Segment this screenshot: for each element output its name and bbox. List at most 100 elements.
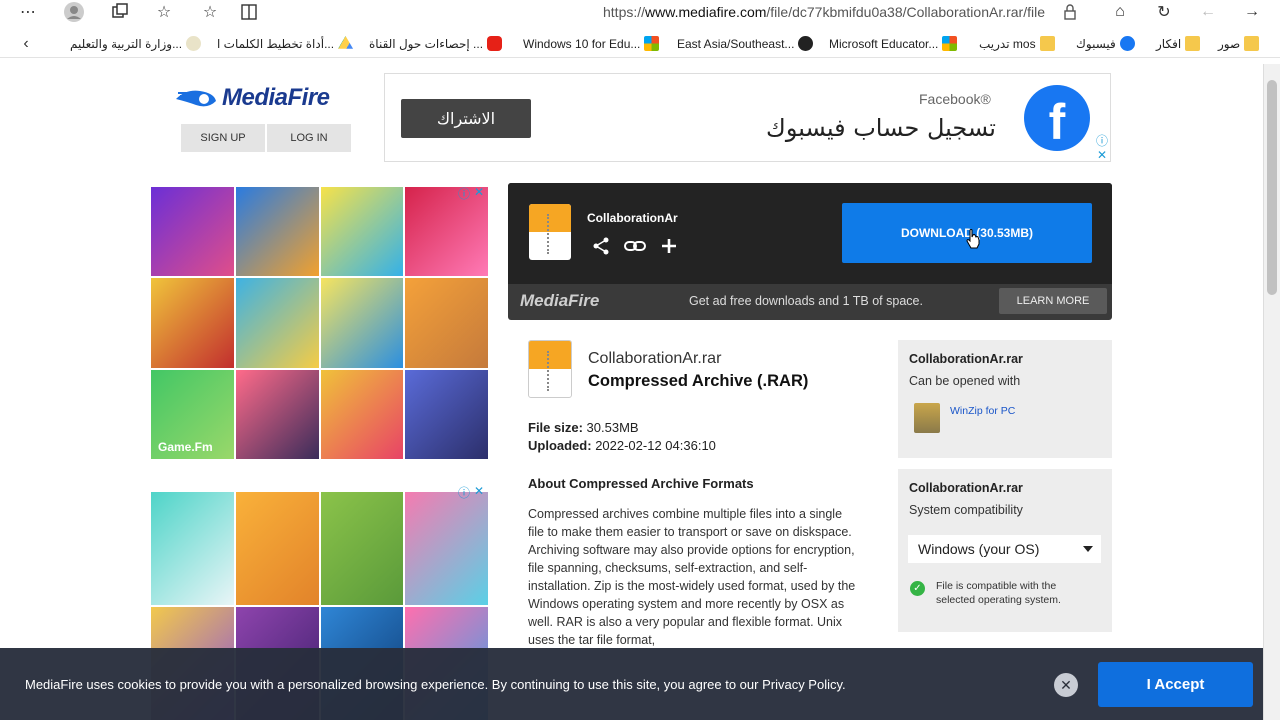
scrollbar-thumb[interactable] bbox=[1267, 80, 1277, 295]
compat-message: File is compatible with the selected ope… bbox=[936, 580, 1061, 606]
accept-cookies-button[interactable]: I Accept bbox=[1098, 662, 1253, 707]
cookie-text: MediaFire uses cookies to provide you wi… bbox=[25, 677, 846, 692]
bookmark-item[interactable]: وزارة التربية والتعليم... bbox=[70, 36, 202, 51]
link-icon[interactable] bbox=[624, 237, 646, 261]
ad-tile bbox=[320, 278, 404, 368]
mediafire-promo-logo: MediaFire bbox=[520, 291, 600, 310]
ad-tile bbox=[235, 187, 319, 277]
share-icon[interactable] bbox=[592, 237, 610, 261]
more-options-icon[interactable]: ⋯ bbox=[14, 0, 42, 24]
opened-with-box: CollaborationAr.rar Can be opened with W… bbox=[898, 340, 1112, 458]
chevron-left-icon[interactable]: ‹ bbox=[12, 32, 40, 56]
url-domain: www.mediafire.com bbox=[645, 4, 767, 20]
check-icon: ✓ bbox=[910, 581, 925, 596]
ad-close-icon[interactable]: ✕ bbox=[474, 484, 484, 498]
winzip-link[interactable]: WinZip for PC bbox=[950, 405, 1015, 417]
subscribe-button[interactable]: الاشتراك bbox=[401, 99, 531, 138]
collections-icon[interactable] bbox=[106, 0, 134, 24]
favorites-bar: ‹ وزارة التربية والتعليم... أداة تخطيط ا… bbox=[0, 30, 1280, 58]
ad-tile bbox=[151, 492, 234, 605]
bookmark-item[interactable]: إحصاءات حول القناة ... bbox=[369, 36, 503, 51]
mediafire-logo[interactable]: MediaFire bbox=[174, 84, 330, 112]
game-ad-1[interactable] bbox=[151, 187, 488, 459]
bookmark-label: East Asia/Southeast... bbox=[677, 36, 795, 51]
bookmark-label: افكار bbox=[1156, 36, 1182, 51]
ad-tile bbox=[151, 278, 234, 368]
ad-tile bbox=[405, 369, 488, 459]
download-filename: CollaborationAr bbox=[587, 211, 678, 225]
signup-button[interactable]: SIGN UP bbox=[181, 124, 265, 152]
bookmark-label: Microsoft Educator... bbox=[829, 36, 939, 51]
add-favorite-icon[interactable]: ☆ bbox=[196, 0, 224, 24]
url-path: /file/dc77kbmifdu0a38/CollaborationAr.ra… bbox=[766, 4, 1046, 20]
ad-info-icon[interactable]: ⓘ bbox=[458, 185, 470, 202]
ad-tile bbox=[320, 369, 404, 459]
ad-close-icon[interactable]: ✕ bbox=[1097, 148, 1107, 162]
add-icon[interactable] bbox=[660, 237, 678, 261]
address-bar[interactable]: https://www.mediafire.com/file/dc77kbmif… bbox=[603, 4, 1045, 20]
favorites-icon[interactable]: ☆ bbox=[150, 0, 178, 24]
bookmark-label: فيسبوك bbox=[1076, 36, 1116, 51]
forward-icon[interactable]: ← bbox=[1194, 0, 1222, 24]
refresh-icon[interactable]: ↻ bbox=[1150, 0, 1178, 24]
bookmark-label: أداة تخطيط الكلمات ا... bbox=[217, 36, 335, 51]
ad-info-icon[interactable]: ⓘ bbox=[458, 484, 470, 501]
os-select[interactable]: Windows (your OS) bbox=[908, 535, 1101, 563]
learn-more-button[interactable]: LEARN MORE bbox=[999, 288, 1107, 314]
facebook-icon bbox=[1119, 36, 1135, 51]
windows-icon bbox=[644, 36, 660, 51]
lock-icon[interactable] bbox=[1056, 0, 1084, 24]
ad-tile bbox=[320, 187, 404, 277]
auth-buttons: SIGN UP LOG IN bbox=[181, 124, 351, 152]
folder-icon bbox=[1185, 36, 1201, 51]
facebook-ad-banner[interactable]: الاشتراك Facebook® تسجيل حساب فيسبوك f ⓘ… bbox=[384, 73, 1111, 162]
ad-title: تسجيل حساب فيسبوك bbox=[766, 114, 996, 142]
ad-tile bbox=[405, 187, 488, 277]
reader-icon[interactable] bbox=[236, 0, 264, 24]
upload-date-label: Uploaded: bbox=[528, 438, 592, 453]
ad-close-icon[interactable]: ✕ bbox=[474, 185, 484, 199]
upload-date: Uploaded: 2022-02-12 04:36:10 bbox=[528, 438, 716, 453]
flame-icon bbox=[176, 90, 216, 107]
windows-icon bbox=[942, 36, 958, 51]
bookmark-item[interactable]: أداة تخطيط الكلمات ا... bbox=[217, 36, 354, 51]
logo-text: MediaFire bbox=[222, 84, 330, 111]
bookmark-item[interactable]: Microsoft Educator... bbox=[829, 36, 958, 51]
ad-tile bbox=[320, 492, 404, 605]
site-icon bbox=[186, 36, 202, 51]
chevron-down-icon bbox=[1083, 546, 1093, 552]
winzip-icon bbox=[914, 403, 940, 433]
archive-file-icon bbox=[528, 340, 572, 398]
login-button[interactable]: LOG IN bbox=[267, 124, 351, 152]
ad-tile bbox=[235, 278, 319, 368]
folder-icon bbox=[1039, 36, 1055, 51]
ad-tile bbox=[235, 369, 319, 459]
bookmark-item[interactable]: East Asia/Southeast... bbox=[677, 36, 814, 51]
back-icon[interactable]: → bbox=[1238, 0, 1266, 24]
bookmark-item[interactable]: Windows 10 for Edu... bbox=[523, 36, 660, 51]
cookie-banner: MediaFire uses cookies to provide you wi… bbox=[0, 648, 1263, 720]
file-size: File size: 30.53MB bbox=[528, 420, 639, 435]
bookmark-item[interactable]: صور bbox=[1218, 36, 1260, 51]
folder-icon bbox=[1244, 36, 1260, 51]
opened-with-title: CollaborationAr.rar bbox=[909, 352, 1023, 366]
cookie-close-button[interactable]: ✕ bbox=[1054, 673, 1078, 697]
bookmark-label: صور bbox=[1218, 36, 1241, 51]
bookmark-item[interactable]: تدريب mos bbox=[979, 36, 1055, 51]
bookmark-item[interactable]: فيسبوك bbox=[1076, 36, 1135, 51]
bookmark-item[interactable]: افكار bbox=[1156, 36, 1201, 51]
profile-icon[interactable] bbox=[60, 0, 88, 24]
file-size-value: 30.53MB bbox=[586, 420, 639, 435]
compat-subtitle: System compatibility bbox=[909, 503, 1023, 517]
os-select-value: Windows (your OS) bbox=[918, 541, 1040, 557]
youtube-icon bbox=[487, 36, 503, 51]
ad-info-icon[interactable]: ⓘ bbox=[1096, 132, 1108, 149]
drive-icon bbox=[338, 36, 354, 49]
home-icon[interactable]: ⌂ bbox=[1106, 0, 1134, 24]
file-type: Compressed Archive (.RAR) bbox=[588, 372, 809, 390]
archive-file-icon bbox=[529, 204, 571, 260]
site-icon bbox=[798, 36, 814, 51]
about-text: Compressed archives combine multiple fil… bbox=[528, 507, 856, 647]
facebook-logo-icon: f bbox=[1024, 85, 1090, 151]
file-size-label: File size: bbox=[528, 420, 583, 435]
